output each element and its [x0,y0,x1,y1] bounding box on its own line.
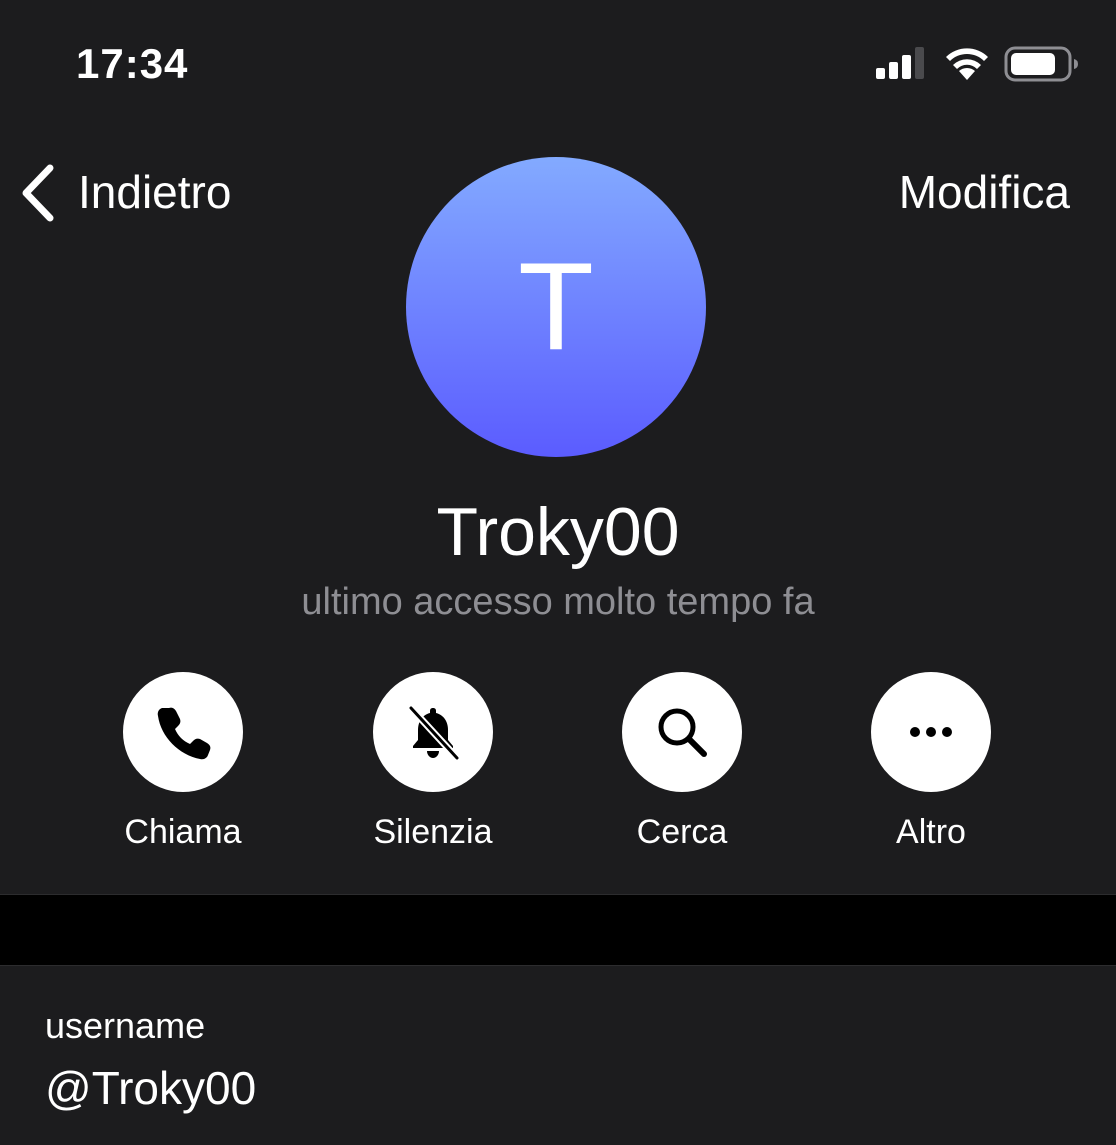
search-label: Cerca [636,813,728,851]
username-value[interactable]: @Troky00 [45,1060,256,1116]
status-time: 17:34 [76,40,189,87]
battery-icon [1004,46,1078,82]
status-bar: 17:34 [0,0,1116,130]
avatar-initial: T [518,238,594,376]
phone-icon [157,707,211,760]
search-icon [658,708,707,757]
signal-bars-icon [876,47,924,79]
last-seen-status: ultimo accesso molto tempo fa [301,581,815,623]
search-button[interactable]: Cerca [582,672,782,862]
call-circle [123,672,243,792]
more-circle [871,672,991,792]
mute-circle [373,672,493,792]
call-button[interactable]: Chiama [83,672,283,862]
wifi-icon [946,48,988,80]
mute-button[interactable]: Silenzia [333,672,533,862]
mute-label: Silenzia [373,813,493,851]
profile-name: Troky00 [436,494,680,570]
call-label: Chiama [124,813,242,851]
section-gap [0,895,1116,965]
back-label: Indietro [78,166,232,218]
action-row: Chiama Silenzia Cerca Altro [0,672,1116,862]
more-dots-icon [910,727,952,737]
profile-header-panel: 17:34 Indietro Modifica T Troky00 ultimo… [0,0,1116,894]
bell-slash-icon [407,704,461,762]
more-label: Altro [896,813,966,851]
chevron-left-icon [22,164,54,222]
username-label: username [45,1005,206,1046]
more-button[interactable]: Altro [831,672,1031,862]
edit-button[interactable]: Modifica [899,164,1070,220]
search-circle [622,672,742,792]
username-row[interactable]: username @Troky00 [0,966,1116,1145]
back-button[interactable]: Indietro [14,152,274,232]
avatar[interactable]: T [406,157,706,457]
